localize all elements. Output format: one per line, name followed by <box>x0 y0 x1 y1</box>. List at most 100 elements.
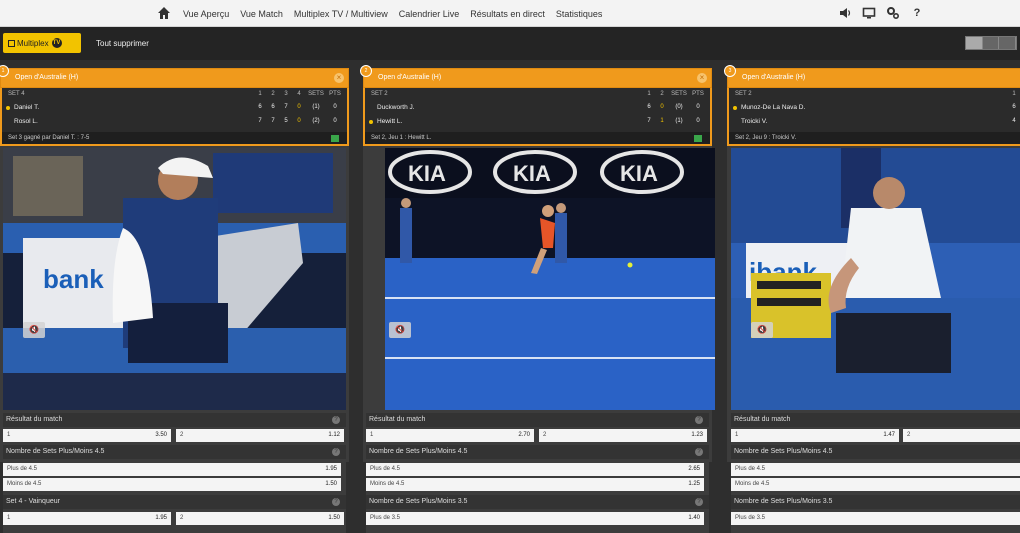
odds-value: 1.47 <box>883 432 895 438</box>
odds-button[interactable]: 2 1.12 <box>176 429 344 442</box>
odds-button[interactable]: Plus de 4.5 <box>731 463 1020 476</box>
nav-link-vue-apercu[interactable]: Vue Aperçu <box>183 9 229 19</box>
odds-value: 1.95 <box>155 515 167 521</box>
video-stream[interactable]: ibank 🔇 <box>731 148 1020 410</box>
layout-option-2[interactable] <box>982 37 1000 49</box>
odds-label: 1 <box>370 432 374 438</box>
scoreboard: SET 2 1 Munoz-De La Nava D. 6 Troicki V.… <box>727 88 1020 146</box>
layout-option-3[interactable] <box>999 37 1017 49</box>
market-header[interactable]: Nombre de Sets Plus/Moins 4.5? <box>366 445 709 459</box>
set-label: SET 2 <box>371 91 388 97</box>
odds-label: Plus de 4.5 <box>7 466 38 472</box>
tv-icon[interactable] <box>862 6 876 20</box>
settings-icon[interactable] <box>886 6 900 20</box>
odds-label: 2 <box>907 432 911 438</box>
help-icon[interactable]: ? <box>695 416 703 424</box>
match-panel-3: 3 Open d'Australie (H) SET 2 1 Munoz-De … <box>724 65 1020 533</box>
market-header[interactable]: Set 4 - Vainqueur? <box>3 495 346 509</box>
market-header[interactable]: Nombre de Sets Plus/Moins 4.5? <box>3 445 346 459</box>
mute-icon[interactable]: 🔇 <box>23 322 45 338</box>
odds-value: 1.50 <box>328 515 340 521</box>
odds-button[interactable]: Plus de 3.5 1.40 <box>366 512 704 525</box>
col-set-1: 1 <box>258 91 262 97</box>
score: 0 <box>297 118 301 124</box>
odds-button[interactable]: Plus de 4.5 2.65 <box>366 463 704 476</box>
odds-button[interactable]: 2 <box>903 429 1020 442</box>
help-icon[interactable]: ? <box>332 448 340 456</box>
clear-all-button[interactable]: Tout supprimer <box>96 39 149 48</box>
market-title: Nombre de Sets Plus/Moins 4.5 <box>734 448 833 455</box>
help-icon[interactable]: ? <box>695 448 703 456</box>
odds-button[interactable]: Moins de 4.5 <box>731 478 1020 491</box>
col-set-1: 1 <box>647 91 651 97</box>
close-icon[interactable]: × <box>697 73 707 83</box>
mute-icon[interactable]: 🔇 <box>389 322 411 338</box>
market-header[interactable]: Nombre de Sets Plus/Moins 3.5 <box>731 495 1020 509</box>
help-icon[interactable]: ? <box>910 6 924 20</box>
market-header[interactable]: Nombre de Sets Plus/Moins 4.5 <box>731 445 1020 459</box>
panel-number: 1 <box>0 65 9 77</box>
nav-link-calendrier-live[interactable]: Calendrier Live <box>399 9 460 19</box>
panel-number: 2 <box>360 65 372 77</box>
serve-indicator-icon <box>733 106 737 110</box>
odds-label: 1 <box>7 432 11 438</box>
market-header[interactable]: Résultat du match? <box>366 413 709 427</box>
sets-won: (2) <box>312 118 320 124</box>
mute-icon[interactable]: 🔇 <box>751 322 773 338</box>
odds-value: 1.50 <box>325 481 337 487</box>
odds-button[interactable]: 1 2.70 <box>366 429 534 442</box>
odds-button[interactable]: 2 1.23 <box>539 429 707 442</box>
odds-value: 2.65 <box>688 466 700 472</box>
nav-link-resultats[interactable]: Résultats en direct <box>470 9 545 19</box>
home-icon[interactable] <box>157 6 171 20</box>
close-icon[interactable]: × <box>334 73 344 83</box>
player-row: Daniel T. 6 6 7 0 (1) 0 <box>2 101 347 113</box>
help-icon[interactable]: ? <box>332 416 340 424</box>
player-name: Hewitt L. <box>377 118 403 125</box>
nav-link-vue-match[interactable]: Vue Match <box>240 9 283 19</box>
market-header[interactable]: Résultat du match <box>731 413 1020 427</box>
score: 6 <box>258 104 262 110</box>
odds-label: 2 <box>180 432 184 438</box>
market-header[interactable]: Résultat du match? <box>3 413 346 427</box>
odds-button[interactable]: Moins de 4.5 1.25 <box>366 478 704 491</box>
match-panel-2: 2 Open d'Australie (H) × SET 2 1 2 SETS … <box>360 65 715 533</box>
nav-link-statistiques[interactable]: Statistiques <box>556 9 603 19</box>
odds-button[interactable]: 1 3.50 <box>3 429 171 442</box>
serve-indicator-icon <box>369 120 373 124</box>
sound-icon[interactable] <box>838 6 852 20</box>
set-label: SET 2 <box>735 91 752 97</box>
col-pts: PTS <box>329 91 341 97</box>
nav-link-multiplex-tv[interactable]: Multiplex TV / Multiview <box>294 9 388 19</box>
checkbox-icon <box>8 39 15 47</box>
col-pts: PTS <box>692 91 704 97</box>
video-stream[interactable]: bank 🔇 <box>3 148 346 410</box>
tournament-title: Open d'Australie (H) <box>378 74 442 81</box>
odds-button[interactable]: Plus de 4.5 1.95 <box>3 463 341 476</box>
odds-button[interactable]: 2 1.50 <box>176 512 344 525</box>
video-stream[interactable]: KIA KIA KIA 🔇 <box>385 148 715 410</box>
help-icon[interactable]: ? <box>332 498 340 506</box>
tournament-title: Open d'Australie (H) <box>742 74 806 81</box>
layout-toggle[interactable] <box>965 36 1017 50</box>
points: 0 <box>333 104 337 110</box>
tournament-title: Open d'Australie (H) <box>15 74 79 81</box>
odds-button[interactable]: 1 1.47 <box>731 429 899 442</box>
odds-button[interactable]: Plus de 3.5 <box>731 512 1020 525</box>
odds-label: 2 <box>543 432 547 438</box>
odds-value: 1.23 <box>691 432 703 438</box>
player-row: Duckworth J. 6 0 (0) 0 <box>365 101 710 113</box>
video-text: KIA <box>513 161 551 186</box>
multiplex-tv-button[interactable]: Multiplex TV <box>3 33 81 53</box>
layout-option-1[interactable] <box>966 37 983 49</box>
odds-button[interactable]: Moins de 4.5 1.50 <box>3 478 341 491</box>
stats-icon[interactable] <box>694 135 702 142</box>
status-text: Set 3 gagné par Daniel T. : 7-5 <box>8 135 90 141</box>
scoreboard: SET 2 1 2 SETS PTS Duckworth J. 6 0 (0) … <box>363 88 712 146</box>
odds-button[interactable]: 1 1.95 <box>3 512 171 525</box>
market-header[interactable]: Nombre de Sets Plus/Moins 3.5? <box>366 495 709 509</box>
help-icon[interactable]: ? <box>695 498 703 506</box>
stats-icon[interactable] <box>331 135 339 142</box>
multiplex-label: Multiplex <box>17 38 49 48</box>
score: 0 <box>660 104 664 110</box>
